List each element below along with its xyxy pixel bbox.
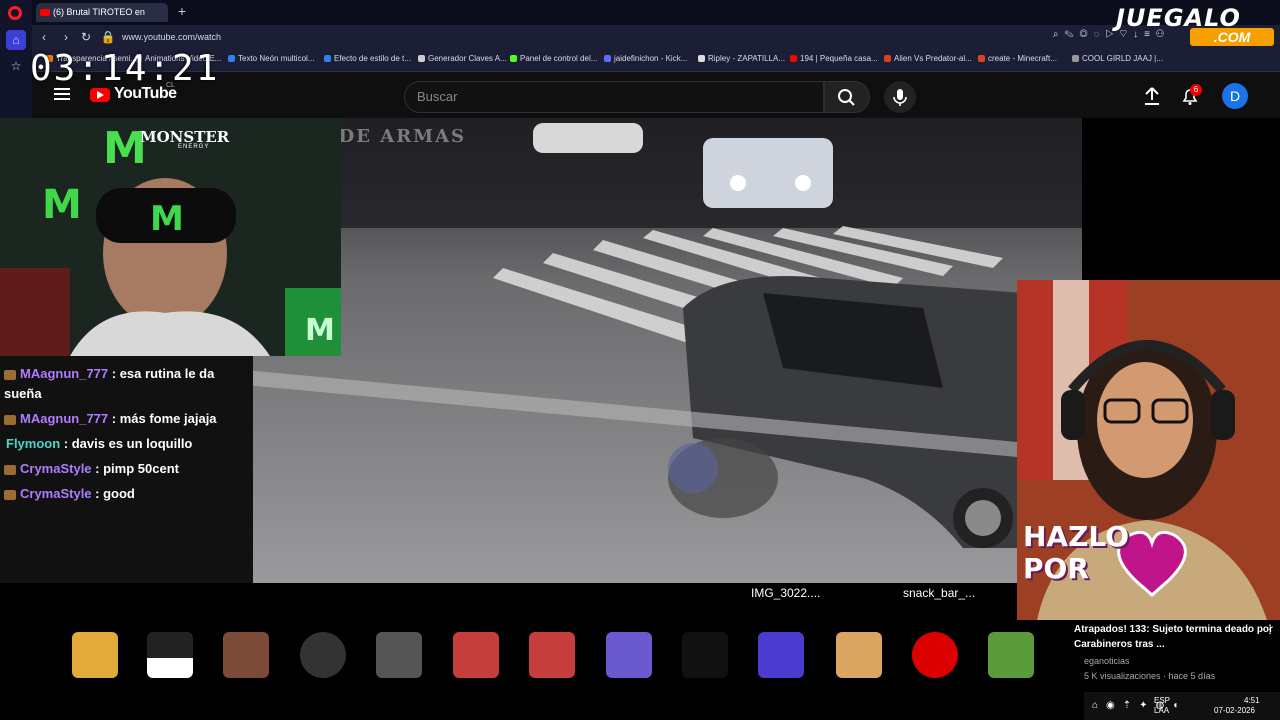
tab-title: (6) Brutal TIROTEO en: [53, 7, 145, 17]
language-indicator-sub: LAA: [1154, 706, 1170, 715]
search-input[interactable]: Buscar: [404, 81, 824, 113]
suggested-video[interactable]: Atrapados! 133: Sujeto termina deado por…: [1068, 620, 1280, 690]
farandula-thumbnail-icon[interactable]: [529, 632, 575, 678]
home-icon[interactable]: ⌂: [6, 30, 26, 50]
tab-bar: (6) Brutal TIROTEO en +: [32, 0, 1280, 25]
bookmark-item[interactable]: Texto Neón multicol...: [228, 54, 314, 63]
chat-message: Flymoon : davis es un loquillo: [6, 436, 193, 451]
lock-icon: 🔒: [100, 30, 116, 44]
chat-badge-icon: [4, 369, 16, 380]
bookmark-icon: [324, 55, 331, 63]
svg-text:M: M: [305, 313, 335, 348]
tray-icons[interactable]: ⌂◉⇡✦◍◖: [1092, 700, 1186, 711]
chat-message: CrymaStyle : good: [4, 484, 135, 504]
image-file-icon[interactable]: [836, 632, 882, 678]
bookmark-icon: [884, 55, 891, 63]
menu-icon[interactable]: [54, 88, 70, 100]
chat-badge-icon: [4, 414, 16, 425]
desktop-file-label[interactable]: snack_bar_...: [903, 586, 975, 600]
bookmark-icon: [790, 55, 797, 63]
bookmark-item[interactable]: Efecto de estilo de t...: [324, 54, 411, 63]
bookmark-item[interactable]: Panel de control del...: [510, 54, 597, 63]
suggestion-channel[interactable]: eganoticias: [1084, 656, 1130, 666]
upload-button[interactable]: [1142, 86, 1162, 106]
image-file-icon[interactable]: [682, 632, 728, 678]
video-frame: [223, 118, 1082, 583]
youtube-logo-icon[interactable]: [90, 88, 110, 102]
reload-icon[interactable]: ↻: [78, 29, 94, 45]
suggestion-title[interactable]: Atrapados! 133: Sujeto termina deado por…: [1074, 622, 1274, 652]
bookmark-item[interactable]: COOL GIRLD JAAJ |...: [1072, 54, 1163, 63]
forward-icon[interactable]: ›: [58, 29, 74, 45]
pin-icon[interactable]: ☆: [6, 56, 26, 76]
chat-message: CrymaStyle : pimp 50cent: [4, 459, 179, 479]
tab-youtube[interactable]: (6) Brutal TIROTEO en: [36, 3, 168, 22]
webcam-overlay: M M M M MONSTER ENERGY: [0, 118, 341, 356]
overlay-text-hazlo: HAZLO: [1023, 520, 1130, 553]
streamer-avatar-overlay: HAZLO POR: [1017, 280, 1280, 620]
opera-logo-icon[interactable]: [8, 6, 22, 20]
bookmark-item[interactable]: Ripley - ZAPATILLA...: [698, 54, 785, 63]
stream-chat: MAagnun_777 : esa rutina le da sueña MAa…: [0, 356, 253, 583]
app-shortcut-icon[interactable]: [758, 632, 804, 678]
farandula-thumbnail-icon[interactable]: [453, 632, 499, 678]
stream-timer: 03:14:21: [30, 48, 220, 89]
image-thumbnail-icon[interactable]: [223, 632, 269, 678]
clock-date[interactable]: 07-02-2026: [1214, 706, 1255, 715]
notification-badge: 6: [1190, 84, 1202, 96]
monster-logo-sub: ENERGY: [178, 144, 210, 150]
new-tab-button[interactable]: +: [174, 3, 190, 19]
chat-badge-icon: [4, 464, 16, 475]
suggestion-meta: 5 K visualizaciones · hace 5 días: [1084, 671, 1216, 681]
app-shortcut-icon[interactable]: [988, 632, 1034, 678]
bookmark-icon: [698, 55, 705, 63]
overlay-text-por: POR: [1023, 552, 1089, 585]
bookmark-item[interactable]: create - Minecraft...: [978, 54, 1057, 63]
bookmark-item[interactable]: Generador Claves A...: [418, 54, 507, 63]
desktop-file-label[interactable]: IMG_3022....: [751, 586, 820, 600]
juegalo-logo: JUEGALO .COM: [1112, 2, 1280, 48]
address-bar-row: ‹ › ↻ 🔒 www.youtube.com/watch ⌕✎◎◌▷♡↓≡⚇: [32, 25, 1280, 49]
more-options-icon[interactable]: ⋮: [1264, 622, 1276, 636]
bookmark-icon: [978, 55, 985, 63]
app-icon[interactable]: [147, 632, 193, 678]
chat-badge-icon: [4, 489, 16, 500]
url-field[interactable]: www.youtube.com/watch: [122, 29, 221, 45]
svg-text:M: M: [42, 182, 82, 228]
mic-icon: [893, 89, 907, 106]
file-explorer-icon[interactable]: [72, 632, 118, 678]
video-file-icon[interactable]: [376, 632, 422, 678]
voice-search-button[interactable]: [884, 81, 916, 113]
search-icon: [838, 89, 855, 106]
back-icon[interactable]: ‹: [36, 29, 52, 45]
chat-message-continued: sueña: [4, 386, 42, 401]
bookmark-item[interactable]: Alien Vs Predator-al...: [884, 54, 972, 63]
bookmark-icon: [510, 55, 517, 63]
system-tray: ⌂◉⇡✦◍◖ ESP LAA 4:51 07-02-2026: [1084, 692, 1280, 720]
language-indicator[interactable]: ESP: [1154, 696, 1170, 705]
opera-icon[interactable]: [912, 632, 958, 678]
bookmark-item[interactable]: 194 | Pequeña casa...: [790, 54, 878, 63]
bookmark-icon: [1072, 55, 1079, 63]
vlc-file-icon[interactable]: [300, 632, 346, 678]
image-file-icon[interactable]: [606, 632, 652, 678]
account-avatar[interactable]: D: [1222, 83, 1248, 109]
chat-message: MAagnun_777 : esa rutina le da: [4, 364, 214, 384]
video-player[interactable]: MUNDO DE ARMAS: [223, 118, 1082, 583]
bookmark-item[interactable]: jaidefinichon - Kick...: [604, 54, 687, 63]
chat-message: MAagnun_777 : más fome jajaja: [4, 409, 217, 429]
youtube-tab-icon: [40, 9, 50, 17]
webcam-feed: M M M M: [0, 118, 341, 356]
bookmark-icon: [228, 55, 235, 63]
upload-icon: [1145, 87, 1159, 105]
bookmark-icon: [604, 55, 611, 63]
svg-text:M: M: [150, 199, 184, 239]
search-button[interactable]: [824, 81, 870, 113]
clock-time[interactable]: 4:51: [1244, 696, 1260, 705]
bookmark-icon: [418, 55, 425, 63]
logo-domain: .COM: [1190, 28, 1274, 46]
